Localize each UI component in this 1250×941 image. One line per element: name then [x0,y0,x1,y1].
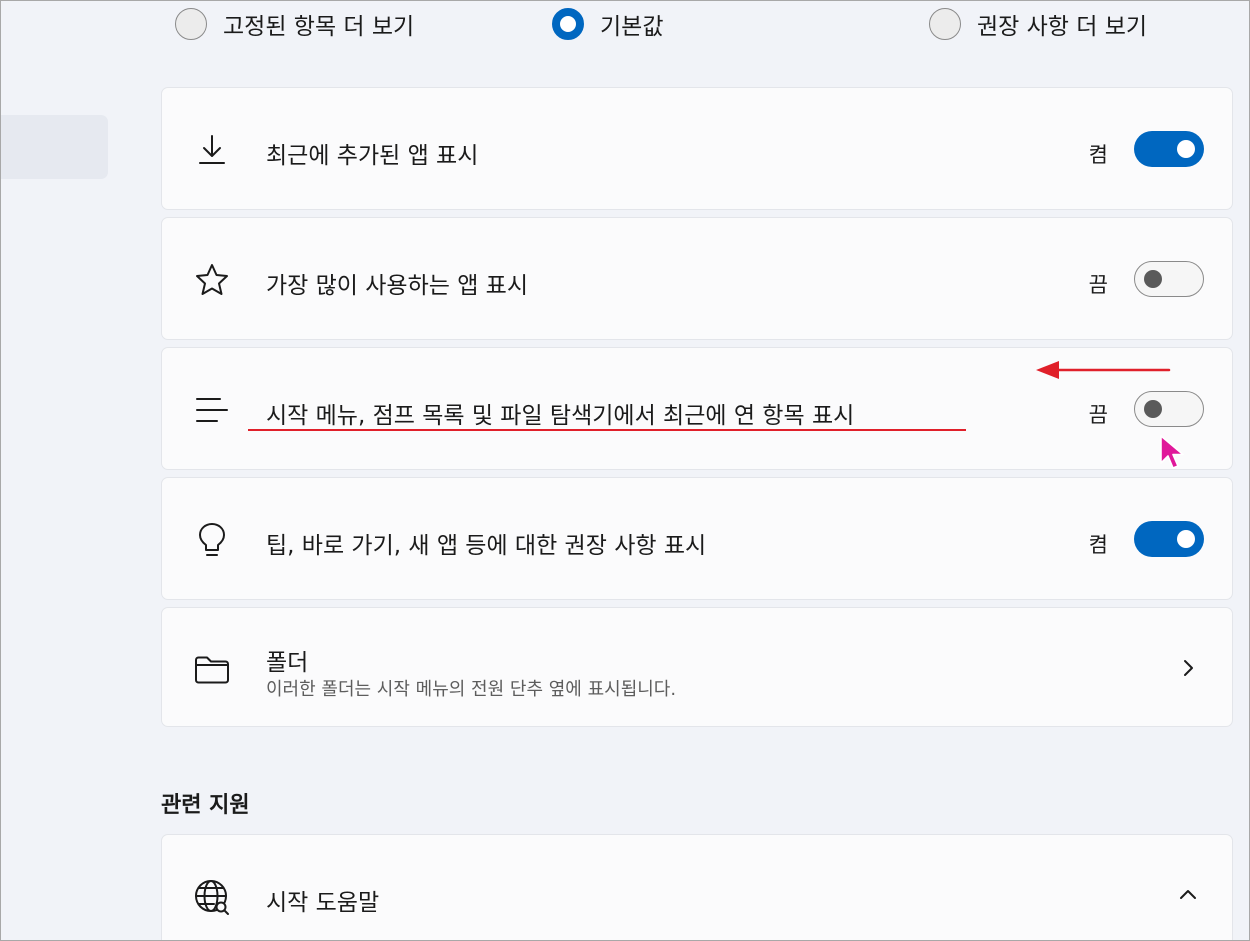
mouse-cursor-icon [1160,435,1184,469]
list-icon [192,390,232,430]
settings-window: 고정된 항목 더 보기 기본값 권장 사항 더 보기 최근에 추가된 앱 표시 … [0,0,1250,941]
star-icon [192,260,232,300]
chevron-up-icon[interactable] [1178,885,1198,905]
setting-most-used-apps: 가장 많이 사용하는 앱 표시 끔 [161,217,1233,340]
toggle-knob [1177,140,1195,158]
nav-selected-item[interactable] [1,115,108,179]
setting-title: 가장 많이 사용하는 앱 표시 [266,273,529,299]
lightbulb-icon [192,520,232,560]
radio-circle-more-pins[interactable] [175,8,207,40]
setting-recently-added-apps: 최근에 추가된 앱 표시 켬 [161,87,1233,210]
radio-label-default: 기본값 [600,14,664,40]
download-icon [192,130,232,170]
setting-description: 이러한 폴더는 시작 메뉴의 전원 단추 옆에 표시됩니다. [266,679,677,700]
toggle-recently-opened-items[interactable] [1134,391,1204,427]
section-heading-related-support: 관련 지원 [161,793,250,818]
setting-title: 시작 메뉴, 점프 목록 및 파일 탐색기에서 최근에 연 항목 표시 [266,403,855,429]
radio-circle-more-recommendations[interactable] [929,8,961,40]
radio-more-pins[interactable]: 고정된 항목 더 보기 [175,5,414,43]
toggle-state-label: 켬 [1088,143,1108,167]
toggle-knob [1177,530,1195,548]
toggle-knob [1144,270,1162,288]
chevron-right-icon[interactable] [1178,658,1198,678]
setting-title: 최근에 추가된 앱 표시 [266,143,479,169]
setting-title: 팁, 바로 가기, 새 앱 등에 대한 권장 사항 표시 [266,533,707,559]
annotation-arrow-icon [1036,361,1171,379]
toggle-recently-added-apps[interactable] [1134,131,1204,167]
radio-label-more-pins: 고정된 항목 더 보기 [223,14,415,40]
radio-label-more-recommendations: 권장 사항 더 보기 [977,14,1148,40]
radio-default[interactable]: 기본값 [552,5,663,43]
help-start-expander[interactable]: 시작 도움말 [161,834,1233,940]
toggle-state-label: 켬 [1088,533,1108,557]
folder-icon [192,650,232,690]
globe-icon [192,877,232,917]
setting-title: 시작 도움말 [266,890,380,916]
radio-circle-default[interactable] [552,8,584,40]
radio-more-recommendations[interactable]: 권장 사항 더 보기 [929,5,1147,43]
setting-title: 폴더 [266,650,309,676]
toggle-most-used-apps[interactable] [1134,261,1204,297]
setting-recommendations: 팁, 바로 가기, 새 앱 등에 대한 권장 사항 표시 켬 [161,477,1233,600]
toggle-recommendations[interactable] [1134,521,1204,557]
setting-folders[interactable]: 폴더 이러한 폴더는 시작 메뉴의 전원 단추 옆에 표시됩니다. [161,607,1233,727]
toggle-knob [1144,400,1162,418]
annotation-underline [248,429,966,431]
toggle-state-label: 끔 [1088,273,1108,297]
toggle-state-label: 끔 [1088,403,1108,427]
